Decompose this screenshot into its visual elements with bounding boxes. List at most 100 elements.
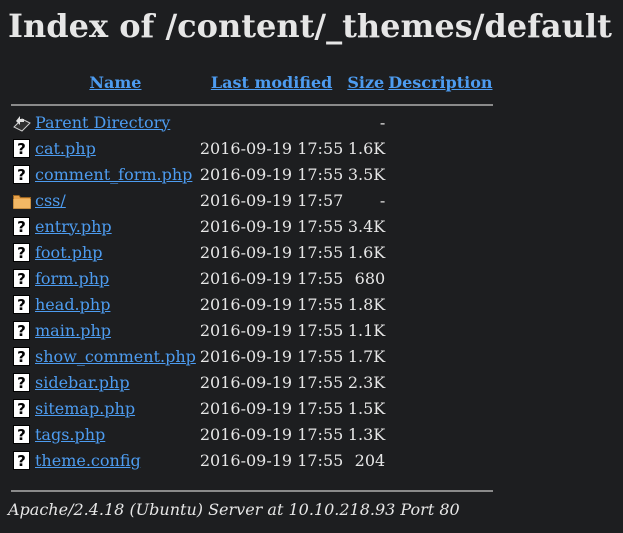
size-column-header[interactable]: Size	[346, 70, 385, 94]
name-column-header[interactable]: Name	[34, 70, 197, 94]
icon-cell: ?	[10, 214, 32, 238]
file-link[interactable]: sitemap.php	[35, 399, 135, 418]
name-cell: show_comment.php	[34, 344, 197, 368]
size-cell: 1.6K	[347, 138, 386, 158]
table-row: ? show_comment.php 2016-09-19 17:55 1.7K	[10, 344, 494, 368]
size-cell: -	[379, 112, 386, 132]
description-cell	[387, 110, 493, 134]
description-cell	[387, 396, 493, 420]
description-cell	[387, 162, 493, 186]
unknown-file-icon: ?	[12, 423, 32, 445]
icon-cell: ?	[10, 240, 32, 264]
file-link[interactable]: sidebar.php	[35, 373, 130, 392]
file-link[interactable]: tags.php	[35, 425, 105, 444]
size-cell: 1.8K	[347, 294, 386, 314]
modified-column-header[interactable]: Last modified	[199, 70, 344, 94]
icon-cell: ?	[10, 344, 32, 368]
name-cell: Parent Directory	[34, 110, 197, 134]
description-column-header[interactable]: Description	[387, 70, 493, 94]
table-row: ? form.php 2016-09-19 17:55 680	[10, 266, 494, 290]
size-cell: 680	[354, 268, 386, 288]
svg-text:?: ?	[17, 348, 26, 366]
icon-cell: ?	[10, 162, 32, 186]
icon-cell: ?	[10, 266, 32, 290]
name-cell: main.php	[34, 318, 197, 342]
header-divider	[11, 104, 493, 106]
file-link[interactable]: cat.php	[35, 139, 96, 158]
sort-by-size-link[interactable]: Size	[347, 73, 384, 92]
modified-cell: 2016-09-19 17:55	[199, 268, 344, 288]
sort-by-modified-link[interactable]: Last modified	[211, 73, 332, 92]
file-link[interactable]: main.php	[35, 321, 111, 340]
modified-cell: 2016-09-19 17:57	[199, 190, 344, 210]
file-link[interactable]: theme.config	[35, 451, 141, 470]
sort-by-description-link[interactable]: Description	[388, 73, 492, 92]
table-row: ? entry.php 2016-09-19 17:55 3.4K	[10, 214, 494, 238]
name-cell: head.php	[34, 292, 197, 316]
size-cell: 2.3K	[347, 372, 386, 392]
unknown-file-icon: ?	[12, 371, 32, 393]
svg-text:?: ?	[17, 296, 26, 314]
table-row: ? comment_form.php 2016-09-19 17:55 3.5K	[10, 162, 494, 186]
header-spacer-cell	[10, 96, 494, 108]
svg-text:?: ?	[17, 140, 26, 158]
table-row: ? theme.config 2016-09-19 17:55 204	[10, 448, 494, 472]
file-link[interactable]: comment_form.php	[35, 165, 192, 184]
file-link[interactable]: foot.php	[35, 243, 103, 262]
unknown-file-icon: ?	[12, 293, 32, 315]
file-link[interactable]: form.php	[35, 269, 109, 288]
description-cell	[387, 370, 493, 394]
icon-cell	[10, 188, 32, 212]
file-link[interactable]: css/	[35, 191, 66, 210]
file-link[interactable]: head.php	[35, 295, 110, 314]
description-cell	[387, 214, 493, 238]
table-row: ? foot.php 2016-09-19 17:55 1.6K	[10, 240, 494, 264]
file-link[interactable]: entry.php	[35, 217, 112, 236]
svg-text:?: ?	[17, 270, 26, 288]
modified-cell: 2016-09-19 17:55	[199, 372, 344, 392]
unknown-file-icon: ?	[12, 137, 32, 159]
description-cell	[387, 318, 493, 342]
modified-cell: 2016-09-19 17:55	[199, 424, 344, 444]
name-cell: form.php	[34, 266, 197, 290]
name-cell: tags.php	[34, 422, 197, 446]
icon-cell: ?	[10, 370, 32, 394]
description-cell	[387, 292, 493, 316]
size-cell: 1.5K	[347, 398, 386, 418]
size-cell: 1.1K	[347, 320, 386, 340]
footer-divider	[11, 490, 493, 492]
folder-icon	[12, 189, 32, 211]
size-cell: 1.3K	[347, 424, 386, 444]
page-title: Index of /content/_themes/default	[8, 7, 612, 45]
table-row: ? tags.php 2016-09-19 17:55 1.3K	[10, 422, 494, 446]
name-cell: theme.config	[34, 448, 197, 472]
file-link[interactable]: show_comment.php	[35, 347, 196, 366]
unknown-file-icon: ?	[12, 267, 32, 289]
icon-cell: ?	[10, 292, 32, 316]
modified-cell: 2016-09-19 17:55	[199, 398, 344, 418]
svg-text:?: ?	[17, 244, 26, 262]
header-row: Name Last modified Size Description	[10, 70, 494, 94]
unknown-file-icon: ?	[12, 449, 32, 471]
sort-by-name-link[interactable]: Name	[89, 73, 141, 92]
header-spacer	[10, 96, 494, 108]
back-icon	[12, 111, 32, 133]
table-row: css/2016-09-19 17:57 -	[10, 188, 494, 212]
unknown-file-icon: ?	[12, 241, 32, 263]
svg-text:?: ?	[17, 426, 26, 444]
size-cell: -	[379, 190, 386, 210]
modified-cell: 2016-09-19 17:55	[199, 138, 344, 158]
server-signature: Apache/2.4.18 (Ubuntu) Server at 10.10.2…	[8, 500, 460, 519]
description-cell	[387, 240, 493, 264]
directory-listing: Name Last modified Size Description Pare…	[8, 68, 496, 474]
icon-cell: ?	[10, 136, 32, 160]
svg-text:?: ?	[17, 374, 26, 392]
description-cell	[387, 422, 493, 446]
icon-column-header	[10, 70, 32, 94]
parent-directory-link[interactable]: Parent Directory	[35, 113, 170, 132]
unknown-file-icon: ?	[12, 215, 32, 237]
name-cell: sidebar.php	[34, 370, 197, 394]
size-cell: 204	[354, 450, 386, 470]
description-cell	[387, 344, 493, 368]
modified-cell: 2016-09-19 17:55	[199, 450, 344, 470]
